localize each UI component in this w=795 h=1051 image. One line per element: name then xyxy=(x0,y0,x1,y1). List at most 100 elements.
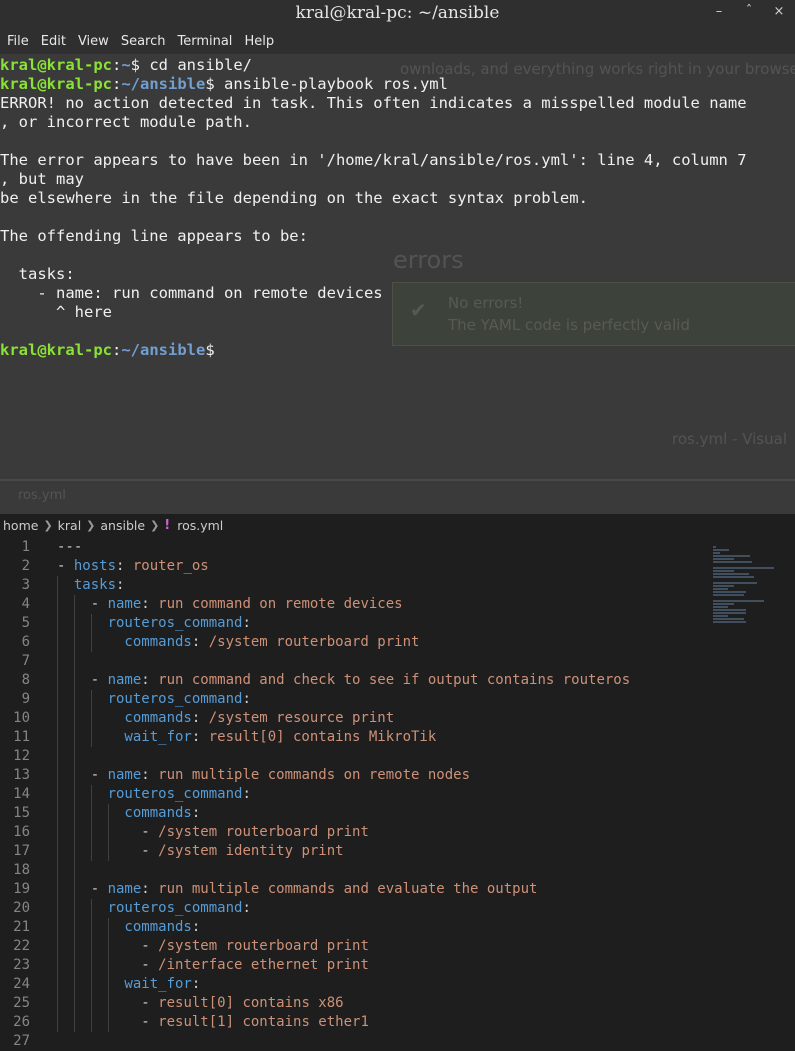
terminal-text: $ cd ansible/ xyxy=(130,56,252,74)
maximize-icon[interactable]: ˆ xyxy=(741,4,757,20)
code-text: --- xyxy=(57,538,82,557)
yaml-punct: : xyxy=(191,710,209,726)
code-text: routeros_command: xyxy=(57,614,251,633)
code-text: - result[0] contains x86 xyxy=(57,994,344,1013)
code-line[interactable]: 22 - /system routerboard print xyxy=(0,937,795,956)
code-line[interactable]: 23 - /interface ethernet print xyxy=(0,956,795,975)
code-line[interactable]: 12 xyxy=(0,747,795,766)
breadcrumb-kral[interactable]: kral xyxy=(58,518,82,533)
code-line[interactable]: 9 routeros_command: xyxy=(0,690,795,709)
minimap-line xyxy=(713,618,744,620)
terminal-menubar: File Edit View Search Terminal Help xyxy=(0,28,795,54)
yaml-punct: - xyxy=(57,881,108,897)
line-number: 14 xyxy=(13,786,30,802)
code-line[interactable]: 26 - result[1] contains ether1 xyxy=(0,1013,795,1032)
yaml-key: name xyxy=(107,881,142,897)
code-line[interactable]: 4 - name: run command on remote devices xyxy=(0,595,795,614)
code-line[interactable]: 8 - name: run command and check to see i… xyxy=(0,671,795,690)
menu-view[interactable]: View xyxy=(73,34,116,49)
minimap-line xyxy=(713,603,734,605)
code-line[interactable]: 2 - hosts: router_os xyxy=(0,557,795,576)
code-area[interactable]: 1 --- 2- hosts: router_os 3 tasks: 4 - name:… xyxy=(0,536,795,1049)
code-line[interactable]: 11 wait_for: result[0] contains MikroTik xyxy=(0,728,795,747)
prompt-user: kral@kral-pc xyxy=(0,341,112,359)
terminal-output[interactable]: ownloads, and everything works right in … xyxy=(0,54,795,514)
line-number: 20 xyxy=(13,900,30,916)
code-line[interactable]: 5 routeros_command: xyxy=(0,614,795,633)
yaml-key: tasks xyxy=(57,577,117,593)
terminal-text: The offending line appears to be: xyxy=(0,227,308,245)
yaml-value: /system routerboard print xyxy=(208,634,420,650)
yaml-value: router_os xyxy=(132,558,209,574)
line-number: 25 xyxy=(13,995,30,1011)
terminal-titlebar[interactable]: kral@kral-pc: ~/ansible – ˆ × xyxy=(0,0,795,28)
menu-terminal[interactable]: Terminal xyxy=(172,34,239,49)
menu-search[interactable]: Search xyxy=(116,34,173,49)
code-line[interactable]: 15 commands: xyxy=(0,804,795,823)
line-number: 4 xyxy=(21,596,30,612)
yaml-value: /system routerboard print xyxy=(158,824,369,840)
prompt-path: ~/ansible xyxy=(121,341,206,359)
code-text: wait_for: xyxy=(57,975,200,994)
code-text: - /system routerboard print xyxy=(57,937,369,956)
line-number: 13 xyxy=(13,767,30,783)
code-text: - /interface ethernet print xyxy=(57,956,369,975)
terminal-text: : xyxy=(111,341,122,359)
code-line[interactable]: 27 xyxy=(0,1032,795,1051)
yaml-value: /system identity print xyxy=(158,843,344,859)
code-line[interactable]: 14 routeros_command: xyxy=(0,785,795,804)
breadcrumb-home[interactable]: home xyxy=(3,518,38,533)
terminal-text: ^ here xyxy=(0,303,112,321)
code-line[interactable]: 1 --- xyxy=(0,538,795,557)
code-text: routeros_command: xyxy=(57,690,251,709)
yaml-punct: : xyxy=(141,767,159,783)
yaml-key: commands xyxy=(57,710,192,726)
code-line[interactable]: 18 xyxy=(0,861,795,880)
code-line[interactable]: 19 - name: run multiple commands and eva… xyxy=(0,880,795,899)
terminal-window[interactable]: kral@kral-pc: ~/ansible – ˆ × File Edit … xyxy=(0,0,795,514)
line-number: 24 xyxy=(13,976,30,992)
line-number: 19 xyxy=(13,881,30,897)
code-line[interactable]: 6 commands: /system routerboard print xyxy=(0,633,795,652)
terminal-text: : xyxy=(111,56,122,74)
menu-edit[interactable]: Edit xyxy=(36,34,73,49)
menu-file[interactable]: File xyxy=(2,34,36,49)
minimap-line xyxy=(713,552,721,554)
code-line[interactable]: 24 wait_for: xyxy=(0,975,795,994)
breadcrumb-file[interactable]: ros.yml xyxy=(177,518,223,533)
line-number: 11 xyxy=(13,729,30,745)
terminal-line: The offending line appears to be: xyxy=(0,227,795,246)
code-line[interactable]: 16 - /system routerboard print xyxy=(0,823,795,842)
code-line[interactable]: 21 commands: xyxy=(0,918,795,937)
yaml-punct: : xyxy=(242,615,251,631)
yaml-key: routeros_command xyxy=(57,691,243,707)
code-line[interactable]: 20 routeros_command: xyxy=(0,899,795,918)
close-icon[interactable]: × xyxy=(771,4,787,20)
code-line[interactable]: 13 - name: run multiple commands on remo… xyxy=(0,766,795,785)
code-text: - hosts: router_os xyxy=(57,557,209,576)
breadcrumb-ansible[interactable]: ansible xyxy=(100,518,145,533)
code-text: wait_for: result[0] contains MikroTik xyxy=(57,728,436,747)
code-editor[interactable]: home ❯ kral ❯ ansible ❯ ! ros.yml 1 --- 2-… xyxy=(0,514,795,1049)
code-text: - /system identity print xyxy=(57,842,344,861)
code-text: - name: run multiple commands and evalua… xyxy=(57,880,538,899)
terminal-line: The error appears to have been in '/home… xyxy=(0,151,795,170)
code-text: commands: xyxy=(57,918,200,937)
minimap[interactable] xyxy=(713,546,783,623)
yaml-value: run command and check to see if output c… xyxy=(158,672,631,688)
line-number: 17 xyxy=(13,843,30,859)
line-number: 15 xyxy=(13,805,30,821)
yaml-punct: - xyxy=(57,767,108,783)
code-line[interactable]: 10 commands: /system resource print xyxy=(0,709,795,728)
code-line[interactable]: 25 - result[0] contains x86 xyxy=(0,994,795,1013)
code-line[interactable]: 7 xyxy=(0,652,795,671)
menu-help[interactable]: Help xyxy=(239,34,281,49)
code-line[interactable]: 3 tasks: xyxy=(0,576,795,595)
code-text: - name: run command and check to see if … xyxy=(57,671,630,690)
code-line[interactable]: 17 - /system identity print xyxy=(0,842,795,861)
minimize-icon[interactable]: – xyxy=(711,4,727,20)
minimap-line xyxy=(713,615,729,617)
yaml-value: result[0] contains x86 xyxy=(158,995,344,1011)
yaml-key: routeros_command xyxy=(57,615,243,631)
yaml-punct: - xyxy=(57,1014,159,1030)
